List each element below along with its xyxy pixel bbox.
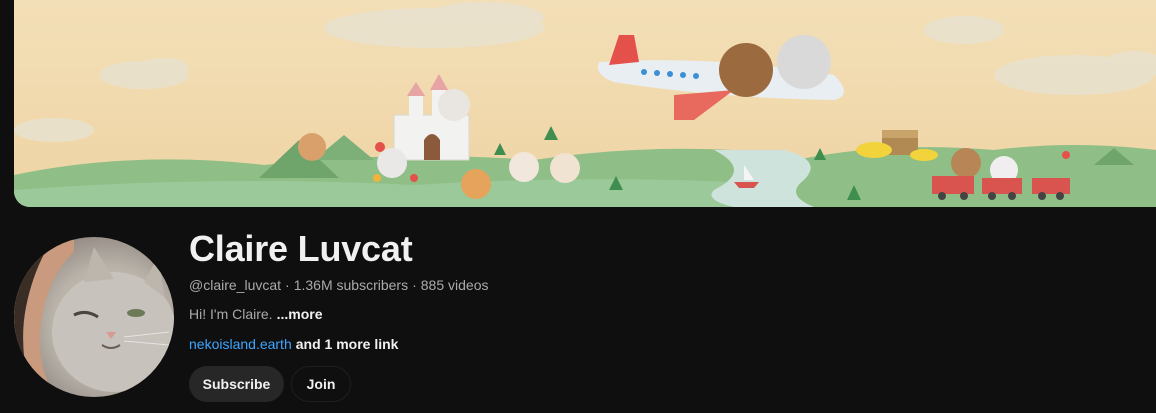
airplane-icon	[598, 35, 844, 120]
description-more-link[interactable]: ...more	[277, 306, 323, 322]
channel-description[interactable]: Hi! I'm Claire. ...more	[189, 306, 322, 322]
subscriber-count: 1.36M subscribers	[293, 277, 409, 293]
channel-avatar[interactable]	[14, 237, 174, 397]
channel-banner	[14, 0, 1156, 207]
avatar-cat-image	[14, 237, 174, 397]
meta-separator: ·	[412, 277, 417, 293]
video-count: 885 videos	[420, 277, 489, 293]
channel-name: Claire Luvcat	[189, 228, 413, 269]
join-button[interactable]: Join	[291, 366, 351, 402]
channel-meta: @claire_luvcat · 1.36M subscribers · 885 vid…	[189, 277, 488, 293]
subscribe-button[interactable]: Subscribe	[189, 366, 284, 402]
meta-separator: ·	[285, 277, 290, 293]
channel-page: Claire Luvcat @claire_luvcat · 1.36M subsc…	[0, 0, 1156, 413]
channel-links: nekoisland.earth and 1 more link	[189, 336, 398, 352]
more-links-button[interactable]: and 1 more link	[296, 336, 399, 352]
channel-website-link[interactable]: nekoisland.earth	[189, 336, 292, 352]
channel-handle: @claire_luvcat	[189, 277, 282, 293]
banner-illustration	[14, 2, 1156, 207]
description-text: Hi! I'm Claire.	[189, 306, 273, 322]
